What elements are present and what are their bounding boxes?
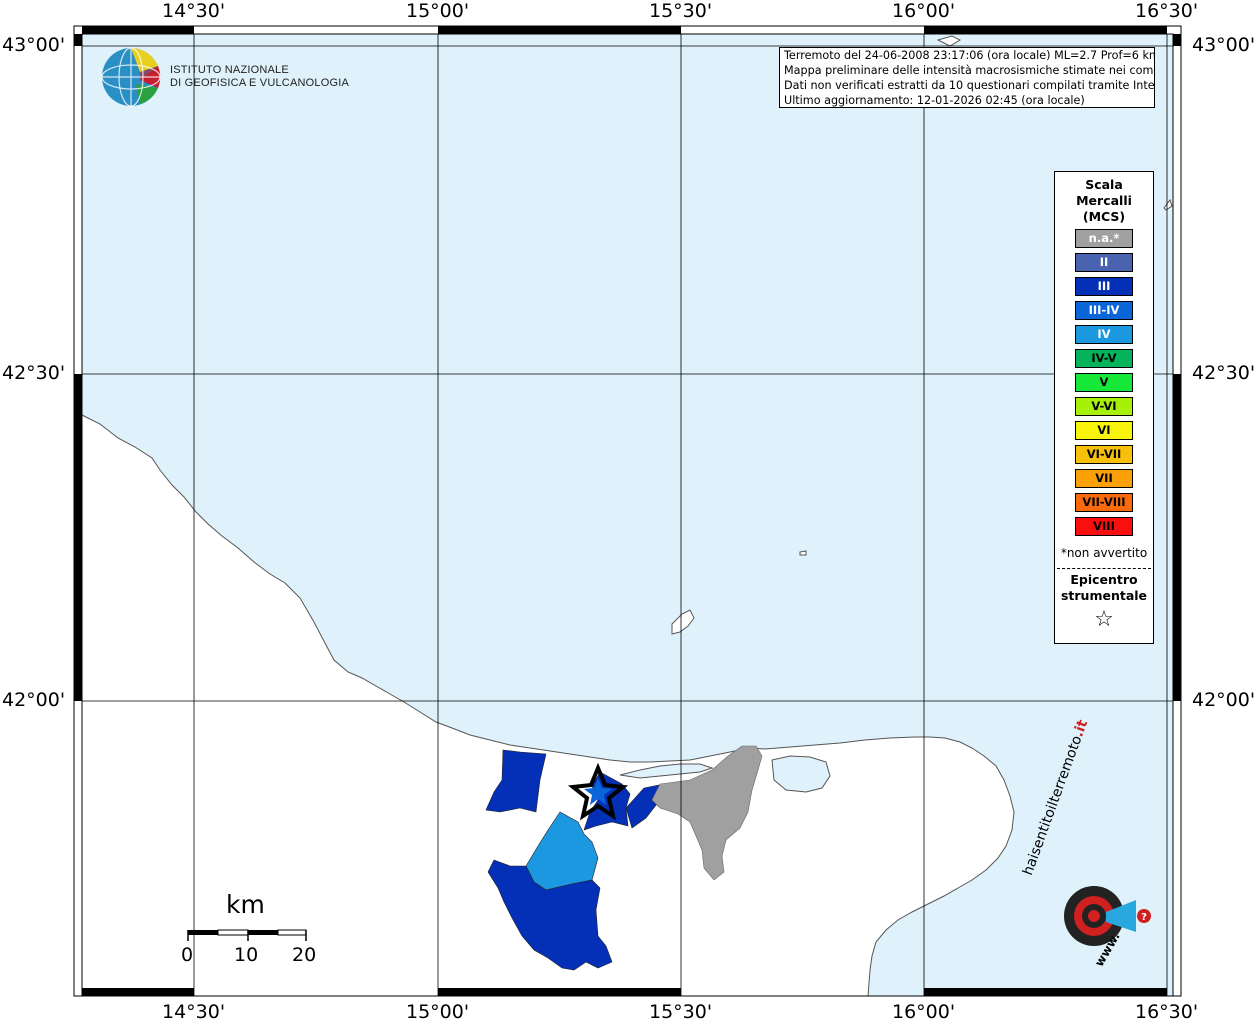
event-info-line: Dati non verificati estratti da 10 quest… [784, 79, 1155, 92]
legend-title-line: Scala [1085, 177, 1123, 192]
legend-swatch: VII-VIII [1075, 493, 1133, 512]
lon-tick-label: 15°30' [649, 1001, 713, 1023]
lon-tick-label: 15°00' [406, 0, 470, 22]
lat-tick-label: 42°30' [1192, 362, 1256, 384]
scale-label: 20 [292, 944, 317, 966]
island-pianosa [799, 550, 807, 556]
legend-note: *non avvertito [1060, 546, 1148, 560]
ingv-name: ISTITUTO NAZIONALE DI GEOFISICA E VULCAN… [170, 64, 349, 90]
legend-swatch: II [1075, 253, 1133, 272]
lon-tick-label: 15°30' [649, 0, 713, 22]
event-info-line: Terremoto del 24-06-2008 23:17:06 (ora l… [784, 49, 1155, 62]
scale-label: 0 [181, 944, 194, 966]
scale-label: 10 [234, 944, 259, 966]
legend-epicenter-label: Epicentro strumentale [1055, 572, 1153, 604]
legend-swatch: VI-VII [1075, 445, 1133, 464]
lon-tick-label: 16°00' [892, 0, 956, 22]
lon-tick-label: 14°30' [162, 0, 226, 22]
ingv-globe-logo [101, 47, 161, 107]
lon-tick-label: 16°30' [1135, 0, 1199, 22]
ingv-name-line: ISTITUTO NAZIONALE [170, 64, 289, 76]
lat-tick-label: 42°00' [1192, 689, 1256, 711]
lat-tick-label: 42°00' [2, 689, 66, 711]
scale-unit: km [226, 890, 265, 919]
legend-title: Scala Mercalli (MCS) [1055, 177, 1153, 225]
legend-swatch: VIII [1075, 517, 1133, 536]
legend-swatch: V-VI [1075, 397, 1133, 416]
hai-sentito-text: haisentitoilterremoto.it www. [1020, 718, 1160, 980]
lon-tick-label: 16°30' [1135, 1001, 1199, 1023]
legend-epicenter-line: strumentale [1060, 588, 1148, 603]
legend-swatch: n.a.* [1075, 229, 1133, 248]
legend-title-line: Mercalli [1076, 193, 1132, 208]
lat-tick-label: 43°00' [2, 34, 66, 56]
hai-sentito-www: www. [1092, 929, 1123, 969]
lon-tick-label: 15°00' [406, 1001, 470, 1023]
lon-tick-label: 16°00' [892, 1001, 956, 1023]
legend-swatch: V [1075, 373, 1133, 392]
legend-swatch: III [1075, 277, 1133, 296]
legend-title-line: (MCS) [1082, 209, 1126, 224]
legend-star-icon: ☆ [1094, 607, 1114, 632]
lat-tick-label: 42°30' [2, 362, 66, 384]
legend-swatch: VI [1075, 421, 1133, 440]
legend-epicenter-line: Epicentro [1070, 572, 1138, 587]
legend-swatch: IV [1075, 325, 1133, 344]
event-info-box: Terremoto del 24-06-2008 23:17:06 (ora l… [779, 47, 1155, 108]
intensity-legend: Scala Mercalli (MCS) n.a.* II III III-IV IV I… [1054, 171, 1154, 644]
lon-tick-label: 14°30' [162, 1001, 226, 1023]
event-info-line: Ultimo aggiornamento: 12-01-2026 02:45 (… [784, 94, 1085, 107]
legend-divider [1057, 568, 1151, 569]
event-info-line: Mappa preliminare delle intensità macros… [784, 64, 1155, 77]
legend-swatch: VII [1075, 469, 1133, 488]
legend-swatch: IV-V [1075, 349, 1133, 368]
lat-tick-label: 43°00' [1192, 34, 1256, 56]
scale-bar [187, 929, 307, 941]
legend-swatch: III-IV [1075, 301, 1133, 320]
ingv-name-line: DI GEOFISICA E VULCANOLOGIA [170, 77, 349, 89]
